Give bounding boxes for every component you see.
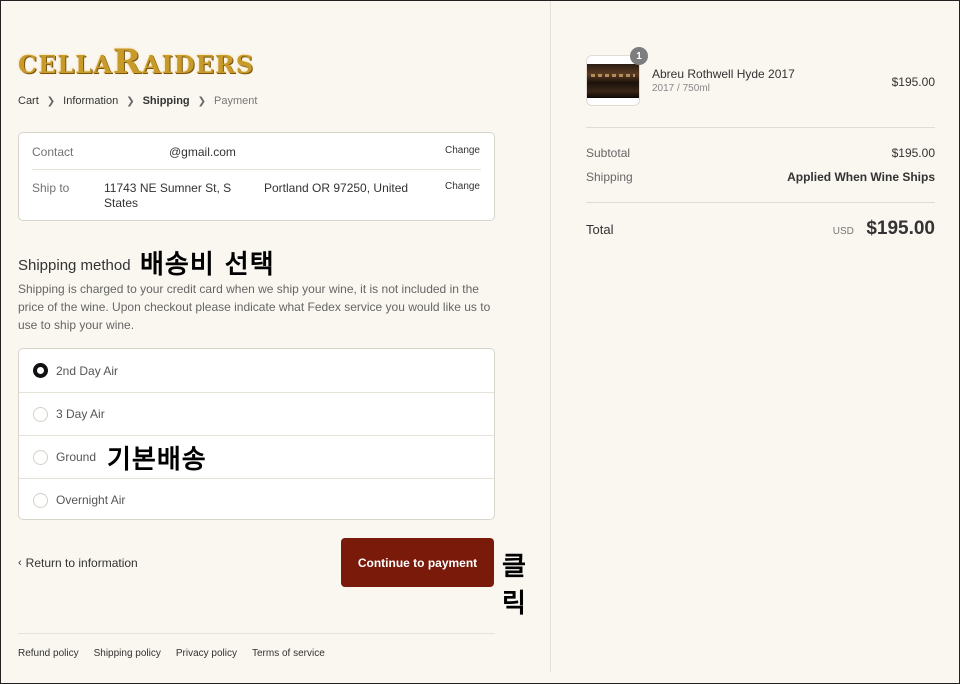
subtotal-label: Subtotal (586, 146, 631, 160)
shipping-option-label: Overnight Air (56, 493, 126, 507)
summary-divider (586, 127, 935, 128)
footer-divider (18, 633, 495, 634)
total-value: $195.00 (866, 218, 935, 239)
product-variant: 2017 / 750ml (652, 83, 710, 94)
total-amount-wrap: USD $195.00 (833, 218, 935, 240)
logo-text-part: R (112, 42, 143, 82)
currency-code: USD (832, 226, 854, 237)
contact-change-link[interactable]: Change (445, 145, 480, 156)
refund-policy-link[interactable]: Refund policy (18, 648, 79, 659)
wine-image (587, 64, 639, 98)
radio-empty-icon[interactable] (33, 406, 48, 422)
shipto-address-city: Portland OR 97250, United (264, 181, 409, 195)
shipping-value: Applied When Wine Ships (787, 170, 935, 184)
breadcrumb-information[interactable]: Information (63, 95, 118, 107)
subtotal-value: $195.00 (891, 146, 935, 160)
shipping-option-label: 3 Day Air (56, 407, 105, 421)
logo-text-part: CELLA (18, 50, 113, 79)
shipping-description: Shipping is charged to your credit card … (18, 282, 491, 332)
radio-empty-icon[interactable] (33, 492, 48, 508)
annotation-ground: 기본배송 (107, 445, 207, 475)
product-thumbnail (586, 55, 640, 106)
return-to-information-link[interactable]: ‹ Return to information (18, 556, 138, 570)
privacy-policy-link[interactable]: Privacy policy (176, 648, 237, 659)
shipping-option-3-day-air[interactable]: 3 Day Air (19, 392, 494, 435)
checkout-main: CELLARAIDERS Cart ❯ Information ❯ Shippi… (0, 0, 550, 684)
radio-selected-icon[interactable] (33, 363, 48, 378)
shipping-option-2nd-day-air[interactable]: 2nd Day Air (19, 349, 494, 392)
summary-divider (586, 202, 935, 203)
terms-of-service-link[interactable]: Terms of service (252, 648, 325, 659)
shipping-methods-list: 2nd Day Air 3 Day Air Ground Overnight A… (18, 348, 495, 520)
contact-value: @gmail.com (169, 145, 236, 159)
product-price: $195.00 (891, 75, 935, 89)
shipto-label: Ship to (32, 181, 70, 195)
chevron-left-icon: ‹ (18, 557, 22, 569)
quantity-badge: 1 (630, 47, 648, 65)
total-label: Total (586, 221, 614, 237)
shipping-label: Shipping (586, 170, 633, 184)
continue-to-payment-button[interactable]: Continue to payment (341, 538, 494, 587)
shipto-address-line1: 11743 NE Sumner St, S (104, 181, 232, 195)
shipping-method-title: Shipping method (18, 257, 131, 274)
shipping-option-ground[interactable]: Ground (19, 435, 494, 478)
review-box: Contact @gmail.com Change Ship to 11743 … (18, 132, 495, 221)
contact-label: Contact (32, 145, 74, 159)
breadcrumb-shipping: Shipping (142, 95, 190, 107)
shipping-option-label: Ground (56, 450, 97, 464)
cellaraiders-logo[interactable]: CELLARAIDERS (18, 42, 254, 82)
shipping-option-label: 2nd Day Air (56, 363, 119, 378)
breadcrumb-payment: Payment (214, 95, 258, 107)
annotation-click: 클릭 (502, 552, 527, 619)
shipping-row: Shipping Applied When Wine Ships (586, 170, 935, 184)
chevron-right-icon: ❯ (126, 95, 135, 107)
breadcrumb-cart[interactable]: Cart (18, 95, 39, 107)
radio-empty-icon[interactable] (33, 449, 48, 465)
logo-text-part: AIDERS (142, 50, 255, 79)
annotation-shipping-select: 배송비 선택 (140, 250, 275, 280)
subtotal-row: Subtotal $195.00 (586, 146, 935, 160)
chevron-right-icon: ❯ (197, 95, 207, 107)
breadcrumb: Cart ❯ Information ❯ Shipping ❯ Payment (18, 95, 257, 107)
shipping-policy-link[interactable]: Shipping policy (94, 648, 161, 659)
chevron-right-icon: ❯ (46, 95, 56, 107)
shipto-change-link[interactable]: Change (445, 181, 480, 192)
return-label: Return to information (25, 556, 138, 570)
shipping-option-overnight-air[interactable]: Overnight Air (19, 478, 494, 521)
review-divider (32, 169, 481, 170)
product-name: Abreu Rothwell Hyde 2017 (652, 67, 795, 81)
footer-links: Refund policy Shipping policy Privacy po… (18, 648, 325, 659)
order-summary: 1 Abreu Rothwell Hyde 2017 2017 / 750ml … (551, 0, 960, 684)
shipto-address-line2: States (104, 196, 139, 210)
total-row: Total USD $195.00 (586, 218, 935, 240)
